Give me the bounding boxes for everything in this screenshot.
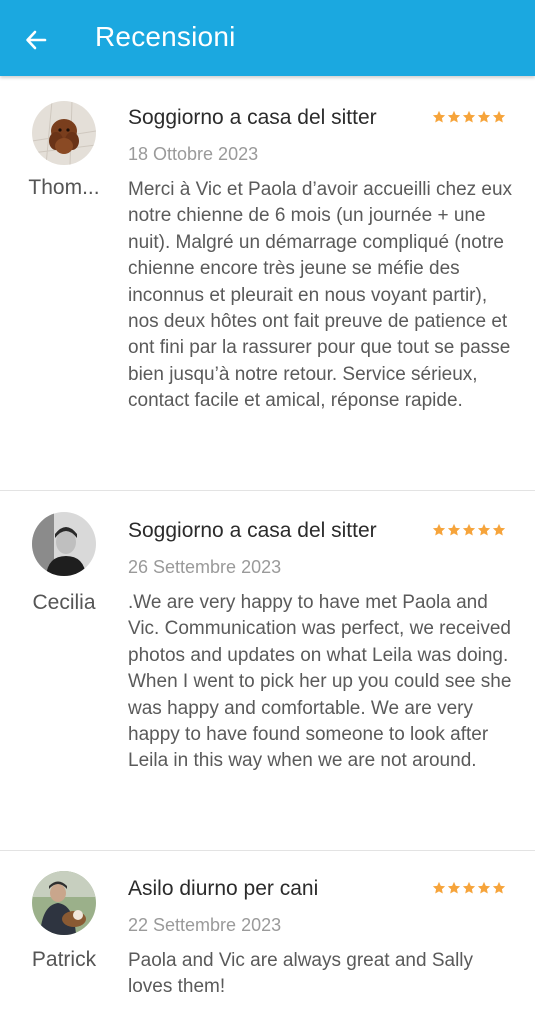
- reviewer-avatar: [32, 871, 96, 935]
- star-icon: [477, 110, 491, 123]
- star-icon: [432, 881, 446, 894]
- star-icon: [462, 110, 476, 123]
- review-text: .We are very happy to have met Paola and…: [128, 592, 512, 772]
- reviewer-avatar: [32, 512, 96, 576]
- review-text: Paola and Vic are always great and Sally…: [128, 950, 474, 998]
- star-icon: [447, 523, 461, 536]
- review-card: Cecilia Soggiorno a casa del sitter 26 S…: [0, 491, 535, 851]
- star-icon: [447, 110, 461, 123]
- review-date: 18 Ottobre 2023: [128, 144, 259, 164]
- star-icon: [447, 881, 461, 894]
- page-title: Recensioni: [95, 21, 236, 52]
- rating-stars: [432, 110, 506, 124]
- review-card: Patrick Asilo diurno per cani 22 Settemb…: [0, 851, 535, 1026]
- service-type: Soggiorno a casa del sitter: [128, 519, 377, 542]
- star-icon: [432, 523, 446, 536]
- star-icon: [462, 881, 476, 894]
- reviewer-avatar: [32, 101, 96, 165]
- reviewer-name: Thom...: [28, 176, 100, 199]
- star-icon: [477, 881, 491, 894]
- service-type: Soggiorno a casa del sitter: [128, 106, 377, 129]
- rating-stars: [432, 881, 506, 895]
- star-icon: [492, 523, 506, 536]
- service-type: Asilo diurno per cani: [128, 877, 319, 900]
- reviewer-name: Patrick: [31, 948, 97, 971]
- star-icon: [492, 110, 506, 123]
- star-icon: [477, 523, 491, 536]
- review-date: 26 Settembre 2023: [128, 557, 282, 577]
- reviews-list: Thom... Soggiorno a casa del sitter 18 O…: [0, 76, 535, 1026]
- star-icon: [462, 523, 476, 536]
- back-button[interactable]: [18, 22, 54, 58]
- app-header: Recensioni: [0, 0, 535, 76]
- review-date: 22 Settembre 2023: [128, 915, 282, 935]
- star-icon: [432, 110, 446, 123]
- rating-stars: [432, 523, 506, 537]
- arrow-left-icon: [26, 30, 47, 50]
- reviewer-name: Cecilia: [32, 591, 96, 614]
- review-card: Thom... Soggiorno a casa del sitter 18 O…: [0, 76, 535, 491]
- review-text: Merci à Vic et Paola d’avoir accueilli c…: [128, 179, 513, 412]
- star-icon: [492, 881, 506, 894]
